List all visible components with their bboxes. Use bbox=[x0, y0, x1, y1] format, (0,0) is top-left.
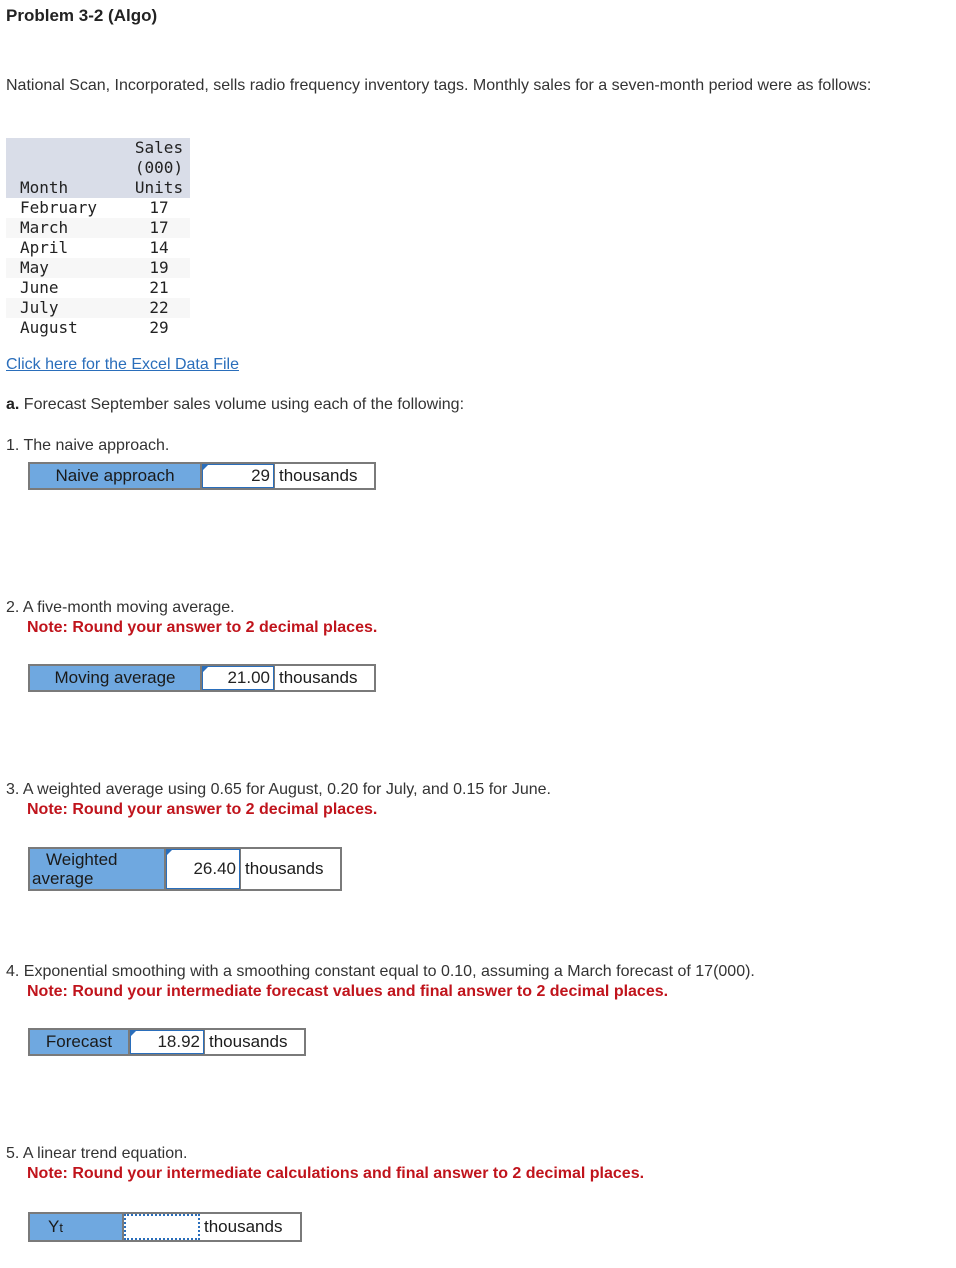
unit-label: thousands bbox=[204, 1030, 304, 1054]
rounding-note: Note: Round your intermediate forecast v… bbox=[27, 983, 669, 1000]
weighted-average-input[interactable]: 26.40 bbox=[166, 849, 240, 889]
unit-label: thousands bbox=[274, 464, 374, 488]
table-row: May 19 bbox=[6, 258, 190, 278]
answer-row-weighted-average: Weighted average 26.40 thousands bbox=[28, 847, 342, 891]
rounding-note: Note: Round your answer to 2 decimal pla… bbox=[27, 619, 378, 636]
sales-table: Month Sales (000) Units February 17 March… bbox=[6, 138, 190, 338]
table-row: June 21 bbox=[20, 278, 169, 297]
question-3: 3. A weighted average using 0.65 for Aug… bbox=[6, 781, 551, 818]
problem-intro: National Scan, Incorporated, sells radio… bbox=[6, 77, 872, 94]
moving-average-input[interactable]: 21.00 bbox=[202, 666, 274, 690]
naive-approach-label: Naive approach bbox=[30, 464, 202, 488]
header-month: Month bbox=[6, 138, 128, 198]
unit-label: thousands bbox=[240, 849, 340, 889]
table-row: March 17 bbox=[6, 218, 190, 238]
question-2: 2. A five-month moving average. Note: Ro… bbox=[6, 599, 378, 636]
answer-row-naive: Naive approach 29 thousands bbox=[28, 462, 376, 490]
header-sales: Sales (000) Units bbox=[128, 138, 190, 198]
excel-data-link[interactable]: Click here for the Excel Data File bbox=[6, 356, 239, 374]
table-row: April 14 bbox=[20, 238, 169, 257]
moving-average-label: Moving average bbox=[30, 666, 202, 690]
table-row: February 17 bbox=[20, 198, 169, 217]
answer-row-linear-trend: Yt thousands bbox=[28, 1212, 302, 1242]
answer-row-moving-average: Moving average 21.00 thousands bbox=[28, 664, 376, 692]
unit-label: thousands bbox=[274, 666, 374, 690]
table-row: July 22 bbox=[6, 298, 190, 318]
naive-approach-input[interactable]: 29 bbox=[202, 464, 274, 488]
question-1: 1. The naive approach. bbox=[6, 437, 170, 454]
rounding-note: Note: Round your intermediate calculatio… bbox=[27, 1165, 645, 1182]
table-row: August 29 bbox=[20, 318, 169, 337]
linear-trend-input[interactable] bbox=[124, 1214, 200, 1240]
question-5: 5. A linear trend equation. Note: Round … bbox=[6, 1145, 645, 1182]
rounding-note: Note: Round your answer to 2 decimal pla… bbox=[27, 801, 378, 818]
unit-label: thousands bbox=[204, 1217, 283, 1236]
forecast-label: Forecast bbox=[30, 1030, 130, 1054]
weighted-average-label: Weighted average bbox=[30, 849, 166, 889]
question-4: 4. Exponential smoothing with a smoothin… bbox=[6, 963, 755, 1000]
answer-row-exponential-smoothing: Forecast 18.92 thousands bbox=[28, 1028, 306, 1056]
yt-label: Yt bbox=[30, 1214, 124, 1240]
part-a-instruction: a. Forecast September sales volume using… bbox=[6, 396, 465, 413]
forecast-input[interactable]: 18.92 bbox=[130, 1030, 204, 1054]
problem-title: Problem 3-2 (Algo) bbox=[6, 6, 158, 25]
